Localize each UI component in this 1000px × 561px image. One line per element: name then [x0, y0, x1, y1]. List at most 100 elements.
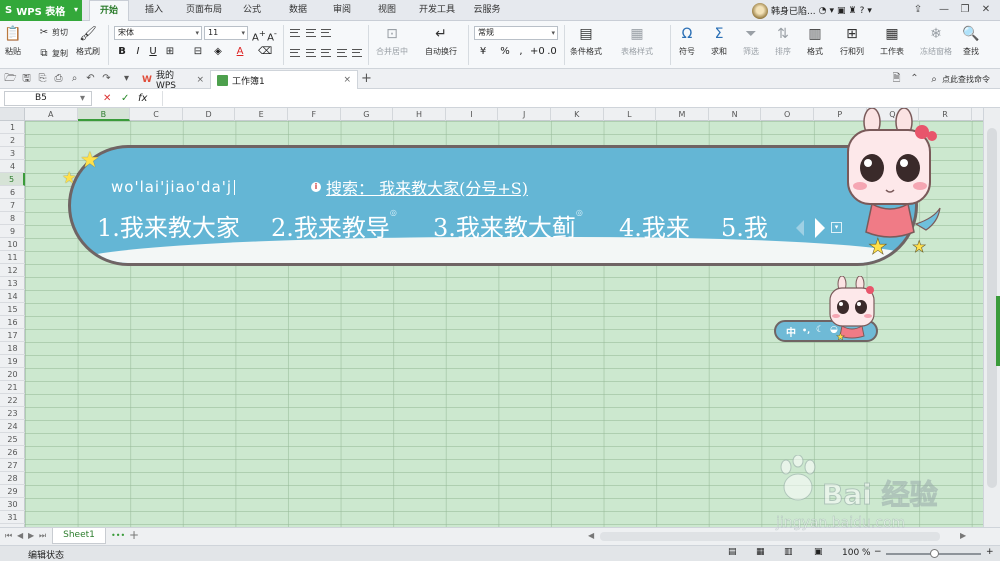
underline-button[interactable]: U: [147, 46, 159, 58]
row-header-11[interactable]: 11: [0, 251, 25, 264]
column-header-o[interactable]: O: [761, 108, 814, 121]
number-format-select[interactable]: 常规 ▾: [474, 26, 558, 40]
ime-prev-page-icon[interactable]: [796, 220, 804, 236]
row-header-20[interactable]: 20: [0, 368, 25, 381]
increase-font-icon[interactable]: A+: [252, 27, 266, 43]
ime-search-suggestion[interactable]: i 搜索： 我来教大家(分号+S): [311, 175, 528, 199]
table-style-button[interactable]: ▦ 表格样式: [621, 25, 653, 57]
row-header-4[interactable]: 4: [0, 160, 25, 173]
reading-mode-icon[interactable]: ▣: [814, 547, 823, 557]
copy-button[interactable]: ⧉ 复制: [38, 47, 68, 59]
row-header-10[interactable]: 10: [0, 238, 25, 251]
increase-decimal-icon[interactable]: +0: [530, 46, 545, 58]
scroll-left-icon[interactable]: ◀: [588, 531, 594, 540]
page-break-icon[interactable]: ▥: [784, 547, 793, 557]
row-header-7[interactable]: 7: [0, 199, 25, 212]
collapse-ribbon-icon[interactable]: ⌃: [908, 72, 921, 85]
ime-mode-indicator[interactable]: 中: [786, 324, 796, 339]
ime-expand-icon[interactable]: ▾: [831, 222, 842, 233]
row-header-14[interactable]: 14: [0, 290, 25, 303]
row-header-21[interactable]: 21: [0, 381, 25, 394]
tab-workbook1[interactable]: 工作簿1 ×: [210, 70, 358, 89]
upload-icon[interactable]: ⇪: [910, 2, 926, 18]
align-left-icon[interactable]: [290, 49, 300, 57]
tab-insert[interactable]: 插入: [135, 0, 173, 21]
row-header-1[interactable]: 1: [0, 121, 25, 134]
chevron-down-icon[interactable]: ▾: [80, 91, 85, 106]
column-header-e[interactable]: E: [235, 108, 288, 121]
column-header-f[interactable]: F: [288, 108, 341, 121]
column-header-c[interactable]: C: [130, 108, 183, 121]
sum-button[interactable]: Σ 求和: [710, 25, 728, 57]
add-sheet-icon[interactable]: +: [129, 528, 139, 542]
row-header-27[interactable]: 27: [0, 459, 25, 472]
sheet-tab-sheet1[interactable]: Sheet1: [52, 528, 106, 544]
font-color-icon[interactable]: A: [234, 46, 246, 58]
export-icon[interactable]: ⎘: [36, 72, 49, 85]
app-menu-button[interactable]: S WPS 表格 ▾: [0, 0, 82, 21]
cut-button[interactable]: ✂ 剪切: [38, 26, 68, 38]
percent-icon[interactable]: %: [499, 46, 511, 58]
side-panel-handle[interactable]: [996, 296, 1000, 366]
align-bottom-icon[interactable]: [321, 29, 331, 37]
zoom-in-icon[interactable]: +: [986, 547, 994, 557]
currency-icon[interactable]: ¥: [477, 46, 489, 58]
row-header-22[interactable]: 22: [0, 394, 25, 407]
tab-review[interactable]: 审阅: [327, 0, 357, 21]
chevron-down-icon[interactable]: ▾: [120, 72, 133, 85]
tab-formulas[interactable]: 公式: [235, 0, 269, 21]
zoom-slider-knob[interactable]: [930, 549, 939, 558]
ime-next-page-icon[interactable]: [815, 218, 825, 238]
name-box[interactable]: B5: [4, 91, 92, 106]
clear-format-icon[interactable]: ⌫: [258, 46, 272, 58]
column-header-g[interactable]: G: [341, 108, 394, 121]
ime-candidate-1[interactable]: 1.我来教大家: [97, 208, 240, 243]
column-header-l[interactable]: L: [604, 108, 657, 121]
paste-button[interactable]: 📋 粘贴: [4, 25, 22, 57]
row-header-18[interactable]: 18: [0, 342, 25, 355]
formula-input[interactable]: [162, 91, 982, 106]
border-icon[interactable]: ⊞: [164, 46, 176, 58]
row-header-30[interactable]: 30: [0, 498, 25, 511]
row-header-17[interactable]: 17: [0, 329, 25, 342]
zoom-out-icon[interactable]: −: [874, 547, 882, 557]
row-header-29[interactable]: 29: [0, 485, 25, 498]
ime-candidate-window[interactable]: wo'lai'jiao'da'j i 搜索： 我来教大家(分号+S) 1.我来教…: [68, 145, 918, 266]
tab-data[interactable]: 数据: [283, 0, 313, 21]
user-area[interactable]: 韩身已陷... ◔ ▾ ▣ ♜ ? ▾: [752, 2, 872, 19]
tab-cloud[interactable]: 云服务: [467, 0, 507, 21]
last-sheet-icon[interactable]: ⏭: [39, 531, 46, 541]
doc-icon[interactable]: 🗎: [890, 72, 903, 85]
ime-candidate-3[interactable]: 3.我来教大蓟◎: [433, 208, 583, 243]
new-tab-icon[interactable]: +: [360, 72, 373, 85]
skin-icon[interactable]: ▣: [837, 6, 846, 16]
row-header-12[interactable]: 12: [0, 264, 25, 277]
column-header-j[interactable]: J: [498, 108, 551, 121]
cancel-icon[interactable]: ✕: [103, 91, 111, 106]
ime-candidate-5[interactable]: 5.我: [721, 208, 768, 243]
first-sheet-icon[interactable]: ⏮: [5, 531, 12, 541]
save-icon[interactable]: 🖫: [20, 72, 33, 85]
select-all-corner[interactable]: [0, 108, 25, 121]
font-size-select[interactable]: 11 ▾: [204, 26, 248, 40]
italic-button[interactable]: I: [132, 46, 144, 58]
indent-icon[interactable]: [352, 49, 362, 57]
row-header-6[interactable]: 6: [0, 186, 25, 199]
fill-color-icon[interactable]: ◈: [212, 46, 224, 58]
column-header-b[interactable]: B: [77, 108, 131, 121]
decrease-font-icon[interactable]: A-: [266, 27, 278, 43]
find-command-search[interactable]: ⌕ 点此查找命令: [928, 73, 990, 85]
worksheet-button[interactable]: ▦ 工作表: [880, 25, 904, 57]
format-painter-button[interactable]: 🖌 格式刷: [76, 25, 100, 57]
thousands-icon[interactable]: ,: [515, 46, 527, 58]
find-button[interactable]: 🔍 查找: [962, 25, 980, 57]
row-header-13[interactable]: 13: [0, 277, 25, 290]
row-header-28[interactable]: 28: [0, 472, 25, 485]
row-header-19[interactable]: 19: [0, 355, 25, 368]
font-name-select[interactable]: 宋体 ▾: [114, 26, 202, 40]
row-header-3[interactable]: 3: [0, 147, 25, 160]
align-center-icon[interactable]: [306, 49, 316, 57]
format-button[interactable]: ▥ 格式: [806, 25, 824, 57]
tab-my-wps[interactable]: W 我的WPS ×: [136, 70, 210, 91]
preview-icon[interactable]: ⌕: [68, 72, 81, 85]
